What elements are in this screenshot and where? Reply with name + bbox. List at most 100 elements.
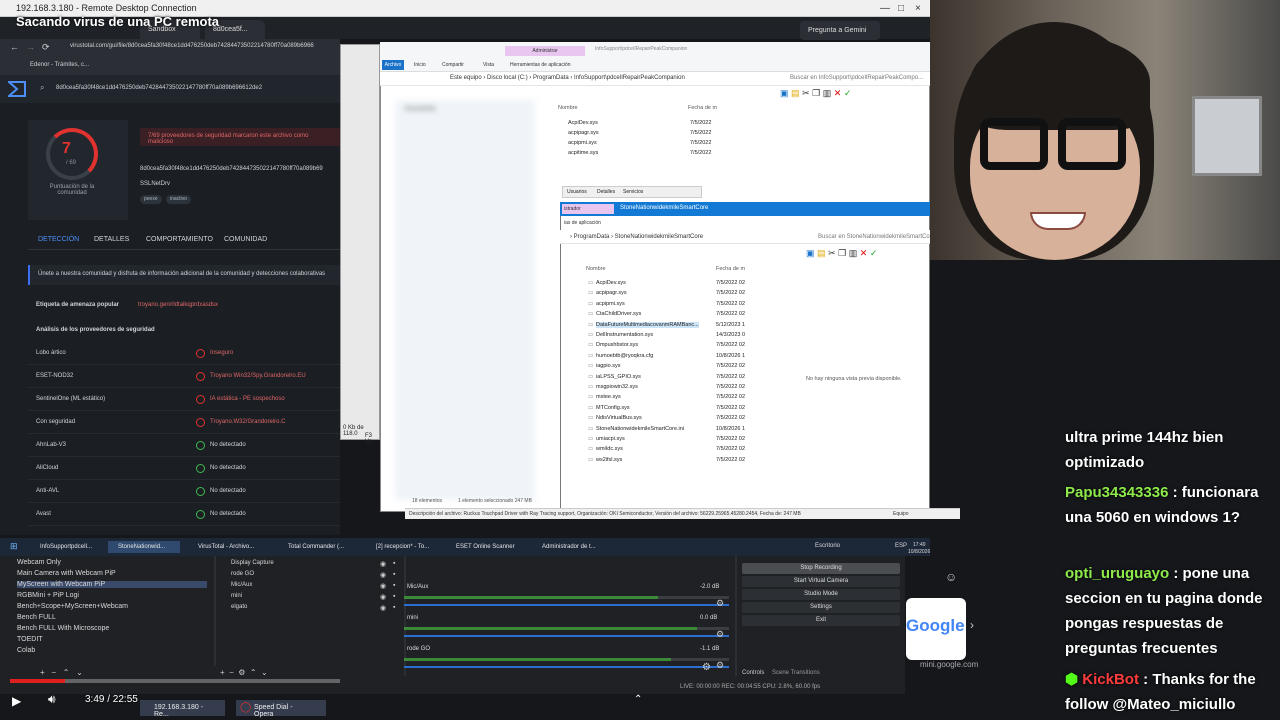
tab-comunidad[interactable]: COMUNIDAD <box>224 236 267 243</box>
volume-slider[interactable] <box>404 604 729 606</box>
taskbar-item[interactable]: Administrador de t... <box>532 541 604 553</box>
file-item[interactable]: NdisVirtualBus.sys <box>596 415 642 421</box>
close-icon[interactable]: × <box>915 0 921 17</box>
volume-icon[interactable]: 🔊︎ <box>48 692 56 707</box>
next-icon[interactable]: › <box>970 618 974 632</box>
tab-detalles[interactable]: DETALLES <box>94 236 129 243</box>
copy-icon[interactable]: ❐ <box>812 88 820 98</box>
source-settings-icon[interactable]: ⚙ <box>238 668 245 677</box>
file-item[interactable]: acpipmi.sys <box>568 140 597 146</box>
bottom-task-rdp[interactable]: 192.168.3.180 - Re... <box>140 700 225 718</box>
move-down-icon[interactable]: ⌄ <box>76 668 83 677</box>
panel-icon[interactable]: ▣ <box>780 88 789 98</box>
scene-item[interactable]: Bench+Scope+MyScreen+Webcam <box>17 603 128 610</box>
file-item[interactable]: Dmpushbstor.sys <box>596 342 638 348</box>
file-item[interactable]: acpipmi.sys <box>596 301 625 307</box>
source-item[interactable]: Display Capture <box>231 560 274 566</box>
lock-icon[interactable]: ▪ <box>393 571 395 578</box>
scene-item[interactable]: Webcam Only <box>17 559 61 566</box>
stone-paste-icon[interactable]: ▥ <box>849 248 858 258</box>
reload-icon[interactable]: ⟳ <box>42 42 50 53</box>
scene-item[interactable]: Bench FULL With Microscope <box>17 625 109 632</box>
tab-comportamiento[interactable]: COMPORTAMIENTO <box>146 236 213 243</box>
col-name-header[interactable]: Nombre <box>558 105 578 111</box>
remove-scene-icon[interactable]: − <box>51 668 56 677</box>
stone-context-tab[interactable]: istrador <box>562 204 614 214</box>
folder-icon[interactable]: ▤ <box>791 88 800 98</box>
tab-servicios[interactable]: Servicios <box>623 189 643 195</box>
tab-deteccion[interactable]: DETECCIÓN <box>38 236 79 243</box>
file-item[interactable]: acpipagr.sys <box>568 130 599 136</box>
mixer-gear-icon[interactable]: ⚙ <box>716 660 724 671</box>
cut-icon[interactable]: ✂ <box>802 88 810 98</box>
col-date-header[interactable]: Fecha de m <box>688 105 717 111</box>
file-item[interactable]: iagpio.sys <box>596 363 620 369</box>
scene-item[interactable]: TOEDIT <box>17 636 43 643</box>
mixer-settings-icon[interactable]: ⚙ <box>702 662 711 673</box>
taskbar-item[interactable]: VirusTotal - Archivo... <box>188 541 270 553</box>
visibility-icon[interactable]: ◉ <box>380 593 386 601</box>
tab-scene-transitions[interactable]: Scene Transitions <box>772 670 820 676</box>
google-card[interactable]: Google <box>906 598 966 660</box>
stone-search-field[interactable]: Buscar en StoneNationwidekmileSmartCore <box>818 234 935 240</box>
tab-controls[interactable]: Controls <box>742 670 764 676</box>
paste-icon[interactable]: ▥ <box>823 88 832 98</box>
stone-path[interactable]: › ProgramData › StoneNationwidekmileSmar… <box>570 234 703 240</box>
control-button[interactable]: Exit <box>742 615 900 626</box>
tab-detalles-tm[interactable]: Detalles <box>597 189 615 195</box>
ribbon-tab-inicio[interactable]: Inicio <box>414 62 426 68</box>
source-item[interactable]: rode GO <box>231 571 254 577</box>
minimize-icon[interactable]: — <box>880 0 890 17</box>
scene-item[interactable]: MyScreen with Webcam PiP <box>17 581 207 588</box>
move-up-icon[interactable]: ⌃ <box>63 668 70 677</box>
bookmark-edenor[interactable]: Edenor - Trámites, c... <box>30 62 89 68</box>
desktop-label[interactable]: Escritorio <box>815 543 840 549</box>
scene-item[interactable]: Colab <box>17 647 35 654</box>
add-scene-icon[interactable]: + <box>40 668 45 677</box>
expand-icon[interactable]: ⌃ <box>634 694 642 705</box>
back-icon[interactable]: ← <box>10 42 19 52</box>
tag-peexe[interactable]: peexe <box>140 195 162 204</box>
file-item[interactable]: iaLPSS_GPIO.sys <box>596 374 641 380</box>
forward-icon[interactable]: → <box>26 42 35 52</box>
file-item[interactable]: DellInstrumentation.sys <box>596 332 653 338</box>
control-button[interactable]: Stop Recording <box>742 563 900 574</box>
context-tab[interactable]: Administrar <box>505 46 585 56</box>
ribbon-tab-herramientas[interactable]: Herramientas de aplicación <box>510 62 571 68</box>
file-item[interactable]: AcpiDev.sys <box>568 120 598 126</box>
taskbar-item[interactable]: StoneNationwid... <box>108 541 180 553</box>
scene-item[interactable]: Bench FULL <box>17 614 56 621</box>
file-item[interactable]: MTConfig.sys <box>596 405 630 411</box>
source-item[interactable]: mini <box>231 593 242 599</box>
chat-username[interactable]: KickBot <box>1082 671 1139 688</box>
play-icon[interactable]: ▶ <box>12 694 21 708</box>
taskbar-item[interactable]: ESET Online Scanner <box>446 541 524 553</box>
volume-slider[interactable] <box>404 635 729 637</box>
stone-col-date[interactable]: Fecha de m <box>716 266 745 272</box>
vt-search-input[interactable]: 8d0cea5fa30f48ce1dd476250deb742844735022… <box>56 85 262 91</box>
control-button[interactable]: Start Virtual Camera <box>742 576 900 587</box>
taskbar-item[interactable]: InfoSupportpdceIl... <box>30 541 100 553</box>
lock-icon[interactable]: ▪ <box>393 560 395 567</box>
file-item[interactable]: CtaChildDriver.sys <box>596 311 641 317</box>
lock-icon[interactable]: ▪ <box>393 593 395 600</box>
ribbon-tab-vista[interactable]: Vista <box>483 62 494 68</box>
stone-delete-icon[interactable]: ✕ <box>860 248 868 258</box>
scene-item[interactable]: Main Camera with Webcam PiP <box>17 570 116 577</box>
file-item[interactable]: umiacpi.sys <box>596 436 625 442</box>
file-item[interactable]: mstee.sys <box>596 394 621 400</box>
explorer-search-field[interactable]: Buscar en InfoSupport\pdceIlRepairPeakCo… <box>790 75 923 81</box>
threat-value[interactable]: troyano.gen/rldtaikqprdxasdsx <box>138 302 218 308</box>
stone-panel-icon[interactable]: ▣ <box>806 248 815 258</box>
ribbon-tab-compartir[interactable]: Compartir <box>442 62 464 68</box>
stone-context-sub[interactable]: ias de aplicación <box>564 220 601 226</box>
tab-usuarios[interactable]: Usuarios <box>567 189 587 195</box>
lock-icon[interactable]: ▪ <box>393 582 395 589</box>
mixer-gear-icon[interactable]: ⚙ <box>716 629 724 640</box>
scene-item[interactable]: RGBMini + PiP Logi <box>17 592 79 599</box>
breadcrumb-path[interactable]: Este equipo › Disco local (C:) › Program… <box>450 75 685 81</box>
delete-icon[interactable]: ✕ <box>834 88 842 98</box>
file-item[interactable]: msgpiowin32.sys <box>596 384 638 390</box>
stone-copy-icon[interactable]: ❐ <box>838 248 846 258</box>
source-item[interactable]: Mic/Aux <box>231 582 252 588</box>
